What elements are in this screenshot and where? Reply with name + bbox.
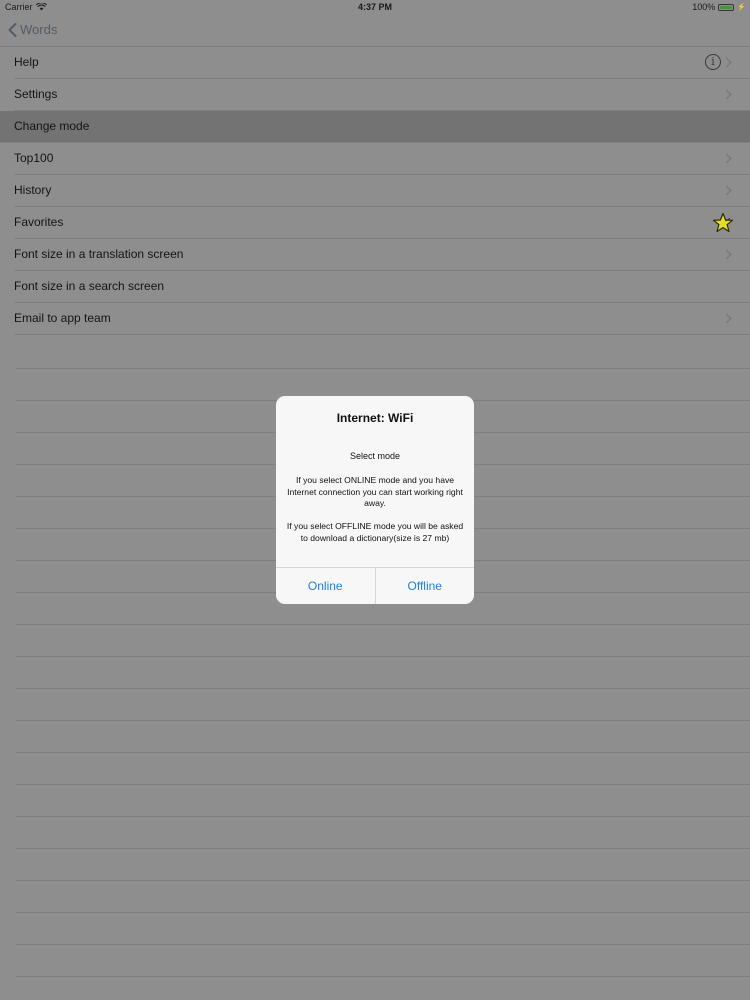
navigation-bar: Words xyxy=(0,14,750,47)
row-separator xyxy=(16,624,750,625)
row-separator xyxy=(16,944,750,945)
menu-item-font-size-search[interactable]: Font size in a search screen xyxy=(14,271,750,303)
row-separator xyxy=(16,912,750,913)
menu-item-label: History xyxy=(14,183,52,197)
row-separator xyxy=(16,976,750,977)
row-separator xyxy=(16,368,750,369)
alert-title: Internet: WiFi xyxy=(336,411,414,425)
chevron-right-icon xyxy=(725,89,732,100)
menu-item-email-team[interactable]: Email to app team xyxy=(14,303,750,335)
menu-item-change-mode[interactable]: Change mode xyxy=(0,111,750,143)
mode-alert-dialog: Internet: WiFi Select mode If you select… xyxy=(276,396,474,604)
row-separator xyxy=(16,880,750,881)
alert-subtitle: Select mode xyxy=(349,451,401,461)
row-separator xyxy=(16,720,750,721)
menu-item-label: Change mode xyxy=(14,119,90,133)
chevron-right-icon xyxy=(725,57,732,68)
alert-message: If you select ONLINE mode and you have I… xyxy=(286,475,464,543)
menu-item-label: Help xyxy=(14,55,39,69)
row-separator xyxy=(16,784,750,785)
menu-item-label: Email to app team xyxy=(14,311,111,325)
alert-button-bar: Online Offline xyxy=(276,567,474,604)
row-separator xyxy=(16,752,750,753)
info-icon[interactable]: i xyxy=(705,54,721,70)
chevron-left-icon xyxy=(8,22,17,37)
row-separator xyxy=(16,688,750,689)
status-bar: Carrier 4:37 PM 100% ⚡ xyxy=(0,0,750,14)
menu-item-top100[interactable]: Top100 xyxy=(14,143,750,175)
chevron-right-icon xyxy=(725,249,732,260)
row-separator xyxy=(16,656,750,657)
menu-item-label: Font size in a translation screen xyxy=(14,247,184,261)
menu-item-font-size-translation[interactable]: Font size in a translation screen xyxy=(14,239,750,271)
offline-button[interactable]: Offline xyxy=(374,568,475,604)
menu-item-history[interactable]: History xyxy=(14,175,750,207)
chevron-right-icon xyxy=(725,153,732,164)
status-battery: 100% ⚡ xyxy=(692,2,746,12)
menu-item-settings[interactable]: Settings xyxy=(14,79,750,111)
back-button[interactable]: Words xyxy=(8,22,57,37)
bolt-icon: ⚡ xyxy=(737,4,746,11)
menu-item-label: Font size in a search screen xyxy=(14,279,165,293)
back-button-label: Words xyxy=(20,22,58,37)
chevron-right-icon xyxy=(725,185,732,196)
online-button[interactable]: Online xyxy=(276,568,375,604)
chevron-right-icon xyxy=(725,313,732,324)
menu-item-label: Favorites xyxy=(14,215,64,229)
battery-fill xyxy=(720,5,733,9)
battery-percent: 100% xyxy=(692,2,716,12)
star-icon[interactable] xyxy=(712,212,734,234)
menu-item-favorites[interactable]: Favorites xyxy=(14,207,750,239)
row-separator xyxy=(16,816,750,817)
status-time: 4:37 PM xyxy=(357,2,392,12)
menu-item-help[interactable]: Help i xyxy=(14,47,750,79)
menu-item-label: Settings xyxy=(14,87,58,101)
battery-icon xyxy=(718,3,735,11)
screen: Carrier 4:37 PM 100% ⚡ Words Help i Sett… xyxy=(0,0,750,1000)
menu-list: Help i Settings Change mode Top100 Histo… xyxy=(0,47,750,335)
row-separator xyxy=(16,848,750,849)
menu-item-label: Top100 xyxy=(14,151,54,165)
